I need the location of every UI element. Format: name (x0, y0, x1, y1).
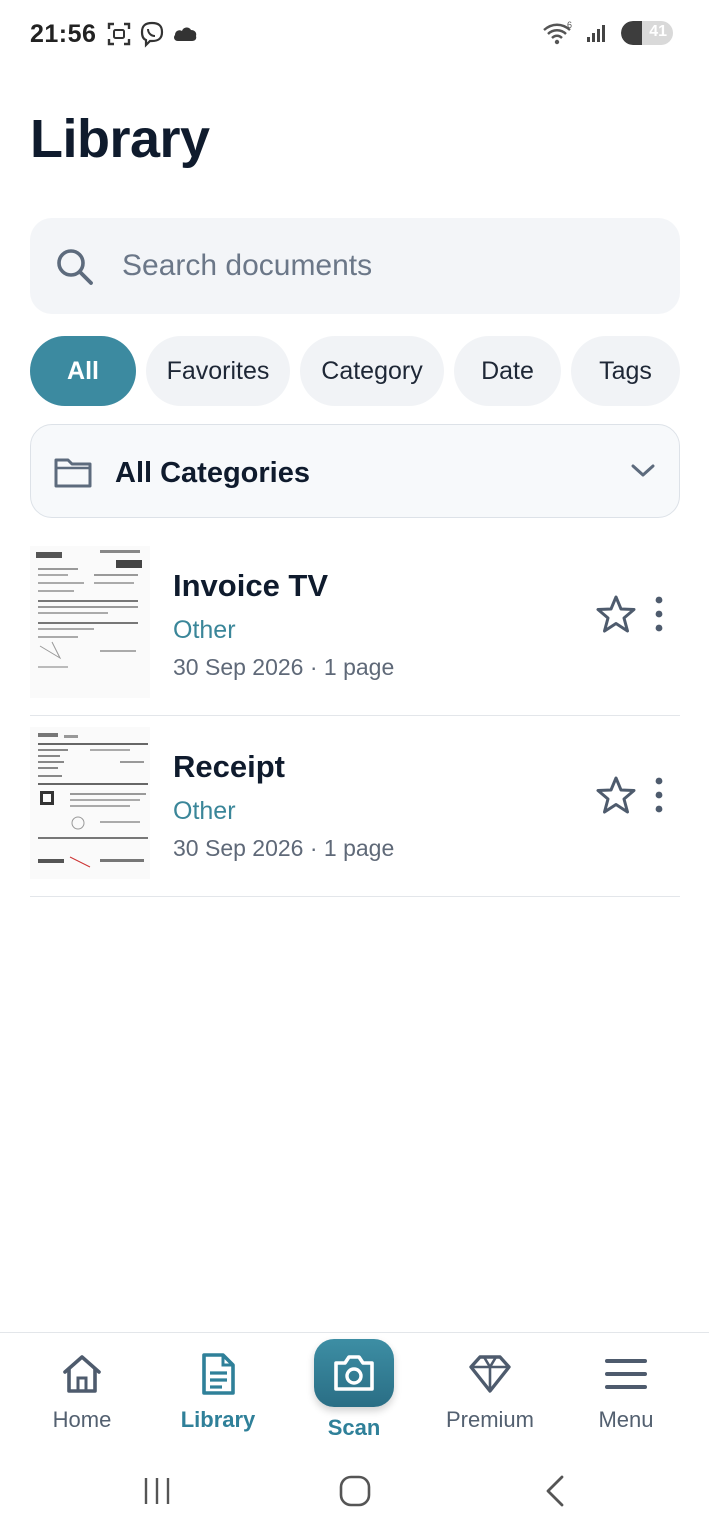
hamburger-icon (605, 1359, 647, 1389)
filter-chip-tags[interactable]: Tags (571, 336, 680, 406)
document-title: Invoice TV (173, 568, 329, 603)
back-icon[interactable] (540, 1474, 570, 1508)
battery-fill (621, 21, 643, 45)
nav-item-menu[interactable]: Menu (556, 1333, 696, 1453)
category-dropdown[interactable]: All Categories (30, 424, 680, 518)
svg-text:6: 6 (567, 20, 572, 30)
status-icons-left (106, 20, 198, 48)
nav-label-library: Library (180, 1407, 256, 1432)
category-selected-label: All Categories (115, 457, 310, 489)
folder-icon (54, 458, 92, 488)
status-time: 21:56 (30, 20, 97, 48)
wifi-icon: 6 (543, 20, 572, 45)
nav-label-menu: Menu (598, 1407, 654, 1432)
document-thumbnail[interactable] (30, 727, 150, 879)
status-bar: 21:56 6 41 (0, 0, 709, 70)
filter-chip-category[interactable]: Category (300, 336, 444, 406)
document-meta: 30 Sep 2026 · 1 page (173, 835, 395, 861)
document-meta: 30 Sep 2026 · 1 page (173, 654, 395, 680)
document-title: Receipt (173, 749, 285, 784)
diamond-icon (469, 1355, 511, 1393)
battery-icon: 41 (621, 21, 673, 45)
cloud-icon (174, 27, 197, 41)
document-row[interactable]: Invoice TV Other 30 Sep 2026 · 1 page (30, 536, 680, 716)
system-navigation-bar (0, 1452, 709, 1536)
document-thumbnail[interactable] (30, 546, 150, 698)
home-circle-icon[interactable] (338, 1474, 372, 1508)
document-icon (202, 1353, 235, 1395)
nav-label-premium: Premium (445, 1407, 534, 1432)
signal-icon (587, 25, 605, 42)
scan-button[interactable] (314, 1339, 394, 1407)
battery-level: 41 (649, 23, 667, 40)
more-options-icon[interactable] (648, 594, 670, 634)
viber-icon (140, 21, 164, 48)
search-icon (57, 249, 93, 285)
favorite-star-icon[interactable] (596, 594, 636, 634)
more-options-icon[interactable] (648, 775, 670, 815)
page-title: Library (30, 109, 210, 169)
nav-item-library[interactable]: Library (148, 1333, 288, 1453)
nav-item-premium[interactable]: Premium (420, 1333, 560, 1453)
camera-icon (334, 1355, 374, 1391)
nav-label-home: Home (52, 1407, 112, 1432)
document-category: Other (173, 616, 236, 644)
search-input[interactable] (122, 238, 652, 294)
library-screen: 21:56 6 41 Library Search documents All … (0, 0, 709, 1536)
document-category: Other (173, 797, 236, 825)
status-icons-right: 6 41 (541, 20, 673, 46)
filter-chip-all[interactable]: All (30, 336, 136, 406)
receipt-thumbnail-image (30, 727, 150, 879)
screenshot-icon (107, 22, 131, 46)
favorite-star-icon[interactable] (596, 775, 636, 815)
home-icon (63, 1355, 101, 1393)
filter-chip-favorites[interactable]: Favorites (146, 336, 290, 406)
document-row[interactable]: Receipt Other 30 Sep 2026 · 1 page (30, 717, 680, 897)
recent-apps-icon[interactable] (140, 1474, 174, 1508)
nav-item-home[interactable]: Home (12, 1333, 152, 1453)
chevron-down-icon (631, 464, 655, 477)
invoice-thumbnail-image (30, 546, 150, 698)
search-box[interactable] (30, 218, 680, 314)
filter-chip-date[interactable]: Date (454, 336, 561, 406)
bottom-navigation: Home Library Scan Premium Menu (0, 1332, 709, 1452)
nav-label-scan[interactable]: Scan (294, 1415, 414, 1441)
